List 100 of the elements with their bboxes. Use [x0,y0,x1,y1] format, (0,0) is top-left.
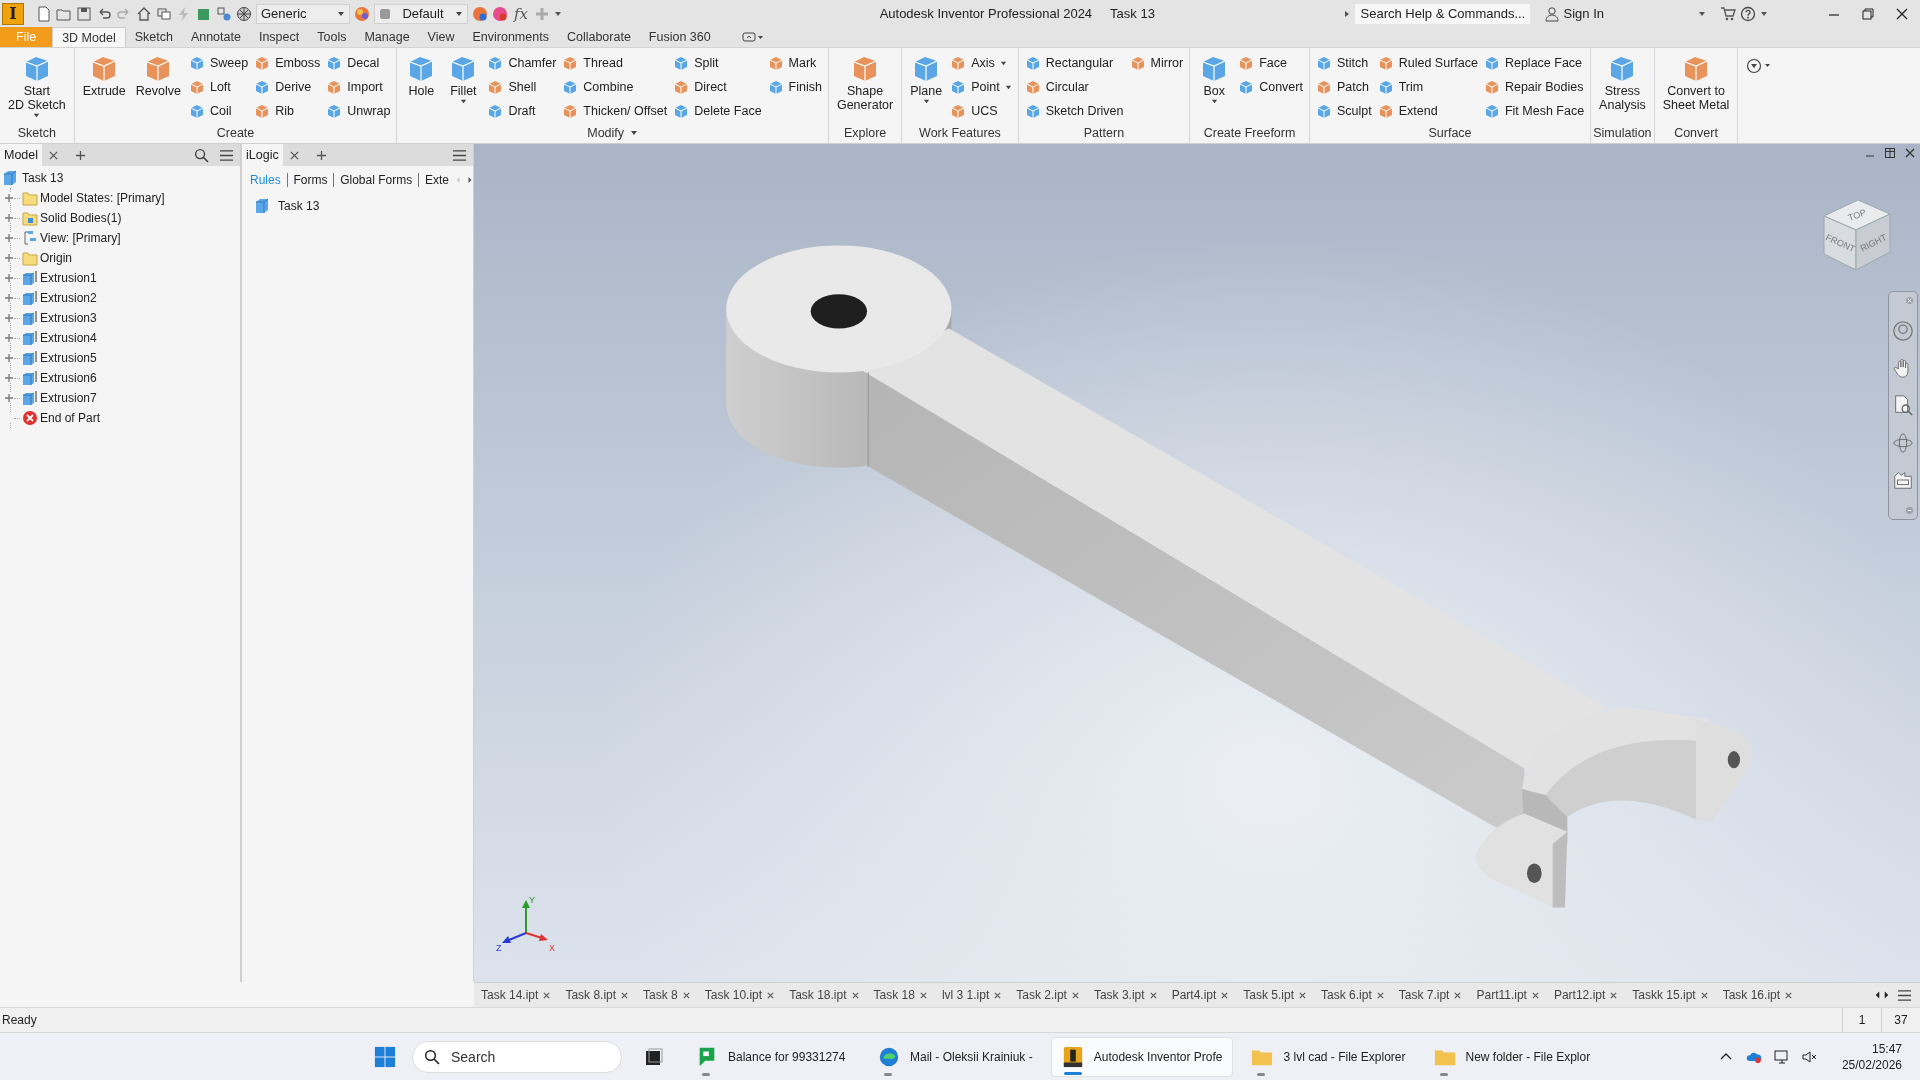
document-tab[interactable]: Task 16.ipt [1715,988,1801,1002]
search-field[interactable]: Search [412,1040,622,1073]
ribbon-button[interactable]: Rib [254,101,321,121]
document-tab[interactable]: Task 5.ipt [1236,988,1315,1002]
ribbon-button[interactable]: Revolve [133,52,183,123]
clock-time[interactable]: 15:47 [1871,1040,1902,1057]
tree-item[interactable]: Extrusion1 [22,270,97,286]
ribbon-button[interactable]: Sweep [188,53,249,73]
ribbon-button[interactable]: Convert [1238,77,1303,97]
network-icon[interactable] [1773,1048,1790,1065]
taskbar-app[interactable]: New folder - File Explor [1423,1036,1601,1077]
subtab[interactable]: Forms [293,173,328,187]
ribbon-button[interactable]: Direct [673,77,762,97]
close-icon[interactable] [1609,990,1619,1000]
home-icon[interactable] [136,5,152,22]
task-view-icon[interactable] [644,1046,664,1067]
taskbar-app[interactable]: Mail - Oleksii Krainiuk - [868,1036,1043,1077]
grid-ball-icon[interactable] [236,5,252,22]
steering-wheel-icon[interactable] [1892,320,1914,343]
subtab[interactable]: Exte [424,173,449,187]
close-icon[interactable] [850,990,860,1000]
ribbon-tab[interactable]: Collaborate [557,27,640,47]
add-tab-icon[interactable] [75,149,87,161]
document-tab[interactable]: Task 3.ipt [1086,988,1165,1002]
close-icon[interactable] [1784,990,1794,1000]
close-icon[interactable] [681,990,691,1000]
caret-icon[interactable] [554,9,562,18]
tree-item[interactable]: View: [Primary] [22,230,121,246]
close-icon[interactable] [1904,147,1916,159]
save-icon[interactable] [76,5,92,22]
ribbon-button[interactable]: Extrude [80,52,128,123]
color-ball-icon[interactable] [492,5,508,22]
close-icon[interactable] [1220,990,1230,1000]
app-logo[interactable]: I [2,2,24,25]
document-tab[interactable]: Part4.ipt [1164,988,1237,1002]
ribbon-button[interactable]: Start 2D Sketch [6,52,68,123]
ribbon-button[interactable]: Replace Face [1483,53,1585,73]
arrow-icon[interactable] [1342,9,1351,18]
taskbar-app[interactable]: 3 lvl cad - File Explorer [1241,1036,1416,1077]
caret-icon[interactable] [999,59,1007,67]
document-tab[interactable]: Task 18.ipt [782,988,867,1002]
windows-icon[interactable] [156,5,172,22]
ribbon-button[interactable]: Stress Analysis [1597,52,1648,123]
ribbon-button[interactable]: Circular [1024,77,1124,97]
taskbar-app[interactable]: Balance for 99331274 [686,1036,860,1077]
document-tab[interactable]: Task 2.ipt [1009,988,1087,1002]
ribbon-button[interactable]: Thicken/ Offset [562,101,668,121]
tree-item[interactable]: Solid Bodies(1) [22,210,122,226]
ribbon-button[interactable]: Chamfer [487,53,557,73]
close-icon[interactable] [1148,990,1158,1000]
ribbon-button[interactable]: Unwrap [326,101,391,121]
close-icon[interactable] [1375,990,1385,1000]
caret-icon[interactable] [1004,83,1012,91]
orbit-icon[interactable] [1892,431,1914,454]
tree-item[interactable]: Extrusion3 [22,310,97,326]
ribbon-button[interactable]: Ruled Surface [1377,53,1478,73]
document-tab[interactable]: Task 14.ipt [474,988,559,1002]
ribbon-button[interactable]: Trim [1377,77,1478,97]
caret-icon[interactable] [459,98,467,105]
ribbon-button[interactable]: Shape Generator [834,52,896,123]
tree-item[interactable]: Origin [22,250,72,266]
ribbon-button[interactable]: Import [326,77,391,97]
search-icon[interactable] [194,147,209,163]
color-ball-icon[interactable] [354,5,370,22]
ribbon-button[interactable]: Thread [562,53,668,73]
tree-item[interactable]: Model States: [Primary] [22,190,165,206]
document-tab[interactable]: Task 7.ipt [1391,988,1470,1002]
new-file-icon[interactable] [36,5,52,22]
caret-icon[interactable] [33,112,41,119]
ribbon-button[interactable]: Point [950,77,1012,97]
document-tab[interactable]: Part11.ipt [1469,988,1547,1002]
caret-icon[interactable] [922,98,930,105]
ribbon-button[interactable]: Finish [767,77,822,97]
caret-icon[interactable] [1210,98,1218,105]
tree-item[interactable]: Task 13 [2,168,240,188]
sign-in-link[interactable]: Sign In [1563,6,1604,21]
ribbon-button[interactable]: Combine [562,77,668,97]
ribbon-tab[interactable]: Annotate [181,27,250,47]
close-icon[interactable] [918,990,928,1000]
ribbon-button[interactable]: Emboss [254,53,321,73]
ribbon-button[interactable]: Sculpt [1315,101,1372,121]
ribbon-button[interactable]: Sketch Driven [1024,101,1124,121]
menu-icon[interactable] [1897,987,1912,1003]
ribbon-button[interactable]: Stitch [1315,53,1372,73]
ribbon-button[interactable]: Shell [487,77,557,97]
caret-icon[interactable] [1698,9,1706,18]
document-tab[interactable]: Task 8 [636,988,698,1002]
restore-icon[interactable] [1884,147,1896,159]
start-icon[interactable] [374,1045,396,1068]
caret-icon[interactable] [1760,9,1768,18]
taskbar-app[interactable]: Autodesk Inventor Profe [1050,1036,1234,1077]
ribbon-tab[interactable]: Fusion 360 [639,27,720,47]
ribbon-button[interactable]: Extend [1377,101,1478,121]
ribbon-tab[interactable]: Environments [463,27,558,47]
ribbon-tab[interactable]: 3D Model [52,27,126,47]
document-tab[interactable]: Task 10.ipt [697,988,783,1002]
ribbon-button[interactable]: Split [673,53,762,73]
ribbon-button[interactable]: Loft [188,77,249,97]
tree-item[interactable]: Extrusion7 [22,390,97,406]
ribbon-button[interactable]: Fit Mesh Face [1483,101,1585,121]
